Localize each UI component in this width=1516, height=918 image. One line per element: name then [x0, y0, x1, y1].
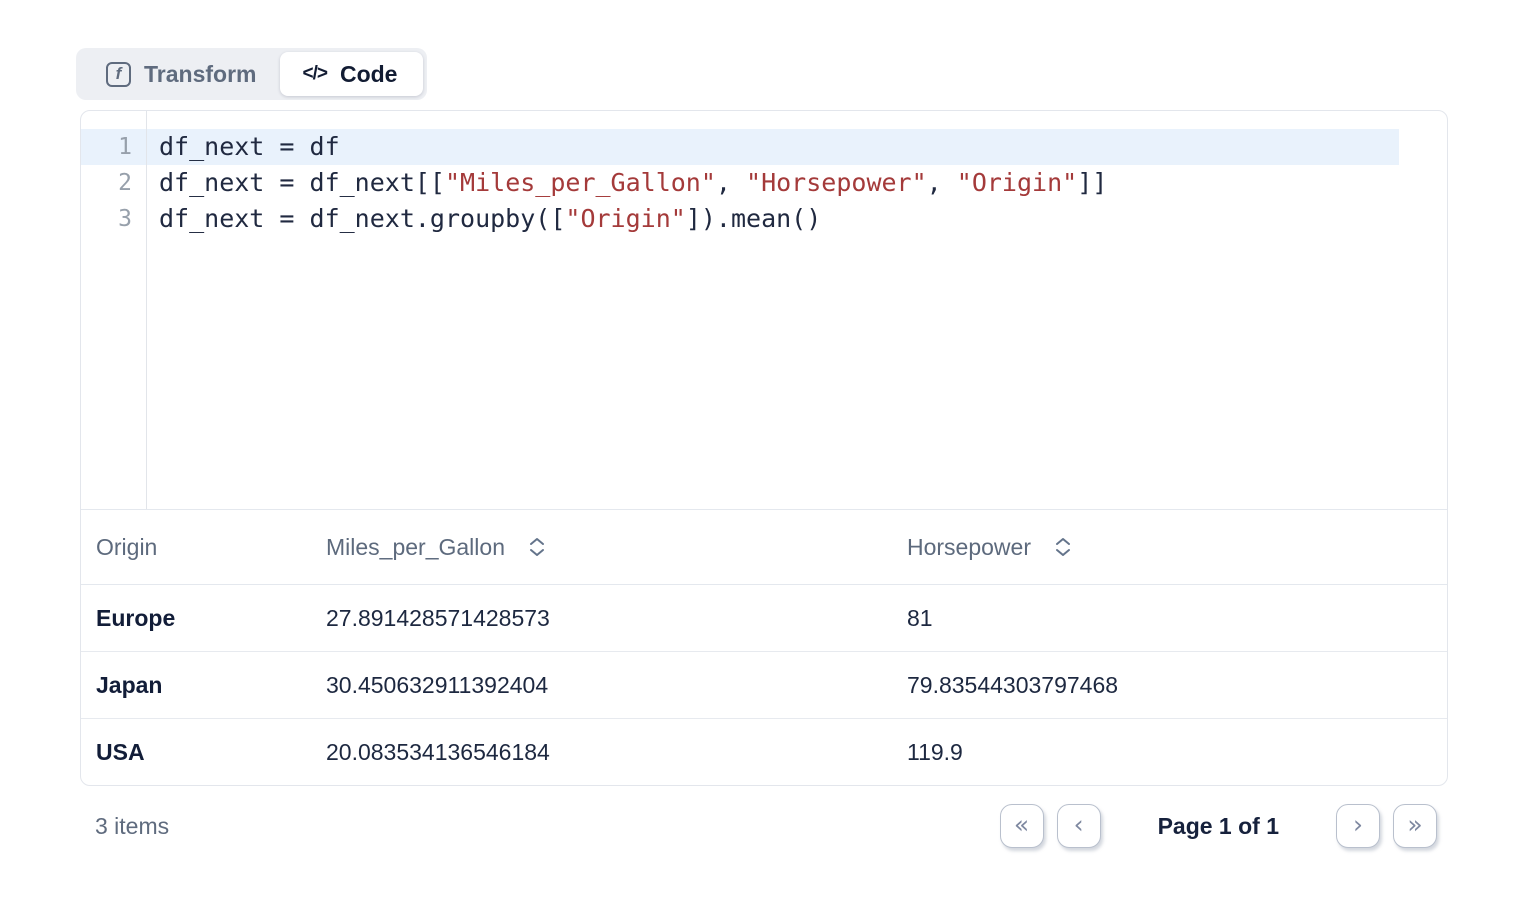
table-footer: 3 items « ‹ Page 1 of 1 › » [80, 786, 1448, 866]
tab-code[interactable]: </> Code [280, 52, 423, 96]
column-header-miles_per_gallon[interactable]: Miles_per_Gallon [311, 534, 892, 561]
column-header-horsepower[interactable]: Horsepower [892, 534, 1447, 561]
tab-code-label: Code [340, 61, 398, 88]
column-header-label: Origin [96, 534, 157, 561]
code-editor[interactable]: 1df_next = df2df_next = df_next[["Miles_… [81, 111, 1447, 510]
next-page-icon: › [1353, 810, 1363, 839]
code-icon: </> [302, 63, 326, 85]
cell-miles-per-gallon: 27.891428571428573 [311, 605, 892, 632]
function-icon: f [106, 62, 131, 87]
pagination: « ‹ Page 1 of 1 › » [1000, 804, 1437, 848]
line-number: 2 [81, 165, 146, 201]
sort-icon[interactable] [527, 536, 547, 558]
column-header-origin: Origin [81, 534, 311, 561]
cell-origin: Japan [81, 672, 311, 699]
cell-horsepower: 79.83544303797468 [892, 672, 1447, 699]
transform-panel: 1df_next = df2df_next = df_next[["Miles_… [80, 110, 1448, 786]
table-body: Europe27.89142857142857381Japan30.450632… [81, 585, 1447, 786]
last-page-icon: » [1407, 810, 1422, 839]
first-page-icon: « [1014, 810, 1029, 839]
page-indicator: Page 1 of 1 [1158, 813, 1279, 840]
cell-origin: USA [81, 739, 311, 766]
prev-page-icon: ‹ [1074, 810, 1084, 839]
sort-icon[interactable] [1053, 536, 1073, 558]
cell-miles-per-gallon: 30.450632911392404 [311, 672, 892, 699]
cell-horsepower: 119.9 [892, 739, 1447, 766]
column-header-label: Horsepower [907, 534, 1031, 561]
table-row: Japan30.45063291139240479.83544303797468 [81, 652, 1447, 719]
table-row: USA20.083534136546184119.9 [81, 719, 1447, 786]
code-line-content: df_next = df_next[["Miles_per_Gallon", "… [146, 165, 1107, 201]
prev-page-button[interactable]: ‹ [1057, 804, 1101, 848]
last-page-button[interactable]: » [1393, 804, 1437, 848]
table-header-row: Origin Miles_per_Gallon Horsepower [81, 510, 1447, 585]
app-root: f Transform </> Code 1df_next = df2df_ne… [0, 0, 1516, 918]
code-line[interactable]: 1df_next = df [81, 129, 1447, 165]
code-line[interactable]: 3df_next = df_next.groupby(["Origin"]).m… [81, 201, 1447, 237]
column-header-label: Miles_per_Gallon [326, 534, 505, 561]
cell-miles-per-gallon: 20.083534136546184 [311, 739, 892, 766]
cell-horsepower: 81 [892, 605, 1447, 632]
first-page-button[interactable]: « [1000, 804, 1044, 848]
line-number: 1 [81, 129, 146, 165]
next-page-button[interactable]: › [1336, 804, 1380, 848]
cell-origin: Europe [81, 605, 311, 632]
items-count: 3 items [95, 813, 169, 840]
table-row: Europe27.89142857142857381 [81, 585, 1447, 652]
result-table: OriginMiles_per_GallonHorsepower Europe2… [81, 510, 1447, 786]
code-line-content: df_next = df_next.groupby(["Origin"]).me… [146, 201, 821, 237]
tab-transform[interactable]: f Transform [80, 52, 280, 96]
line-number: 3 [81, 201, 146, 237]
code-line[interactable]: 2df_next = df_next[["Miles_per_Gallon", … [81, 165, 1447, 201]
tab-transform-label: Transform [144, 61, 256, 88]
view-toggle: f Transform </> Code [76, 48, 427, 100]
code-line-content: df_next = df [146, 129, 340, 165]
